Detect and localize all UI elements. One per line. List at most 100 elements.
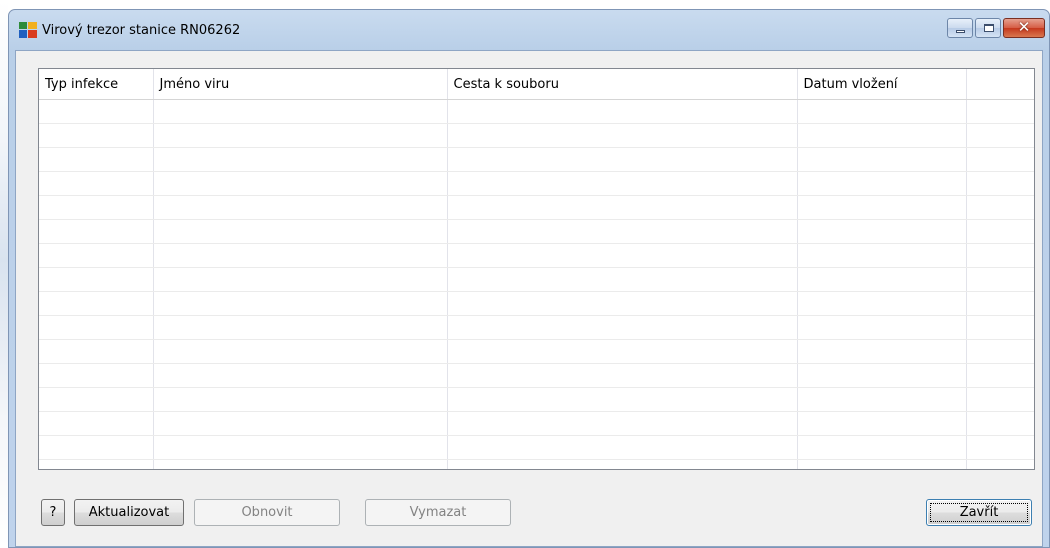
restore-button[interactable]: Obnovit [194,499,340,526]
column-header-file-path[interactable]: Cesta k souboru [447,69,798,100]
empty-table-cell [966,123,1034,148]
empty-table-cell [447,363,798,388]
empty-table-row [39,123,1034,148]
empty-table-cell [39,411,154,436]
window-title: Virový trezor stanice RN06262 [42,23,241,38]
empty-table-cell [797,411,967,436]
empty-table-cell [966,435,1034,460]
empty-table-cell [797,147,967,172]
empty-table-cell [447,243,798,268]
empty-table-cell [966,459,1034,469]
empty-table-cell [966,147,1034,172]
empty-table-cell [966,219,1034,244]
empty-table-cell [153,411,448,436]
empty-table-cell [966,387,1034,412]
caption-buttons: ✕ [947,18,1045,38]
empty-table-cell [153,267,448,292]
empty-table-cell [39,459,154,469]
empty-table-cell [966,291,1034,316]
dialog-client-area: Typ infekce Jméno viru Cesta k souboru D… [15,50,1043,547]
update-button[interactable]: Aktualizovat [74,499,184,526]
empty-table-cell [447,99,798,124]
delete-button[interactable]: Vymazat [365,499,511,526]
empty-table-cell [447,459,798,469]
table-header-row: Typ infekce Jméno viru Cesta k souboru D… [39,69,1034,100]
empty-table-cell [447,339,798,364]
empty-table-row [39,267,1034,292]
empty-table-cell [447,219,798,244]
empty-table-cell [39,123,154,148]
empty-table-cell [153,195,448,220]
empty-table-row [39,315,1034,340]
empty-table-cell [797,219,967,244]
empty-table-cell [797,387,967,412]
empty-table-cell [39,315,154,340]
minimize-button[interactable] [947,18,973,38]
empty-table-cell [966,267,1034,292]
empty-table-cell [966,411,1034,436]
empty-table-cell [966,363,1034,388]
empty-table-cell [966,315,1034,340]
empty-table-cell [797,435,967,460]
avg-logo-icon [19,22,37,38]
column-header-date-added[interactable]: Datum vložení [797,69,967,100]
empty-table-cell [153,315,448,340]
empty-table-cell [797,195,967,220]
empty-table-cell [797,99,967,124]
empty-table-cell [39,267,154,292]
title-bar[interactable]: Virový trezor stanice RN06262 ✕ [9,10,1049,50]
close-window-button[interactable]: ✕ [1003,18,1045,38]
empty-table-cell [966,339,1034,364]
empty-table-cell [797,243,967,268]
empty-table-row [39,195,1034,220]
close-button[interactable]: Zavřít [926,499,1032,526]
empty-table-cell [447,387,798,412]
empty-table-cell [39,195,154,220]
empty-table-row [39,339,1034,364]
empty-table-cell [447,171,798,196]
column-header-infection-type[interactable]: Typ infekce [39,69,154,100]
background-window-edge [0,0,8,548]
empty-table-row [39,243,1034,268]
empty-table-cell [153,291,448,316]
empty-table-cell [797,123,967,148]
empty-table-cell [966,243,1034,268]
empty-table-row [39,435,1034,460]
empty-table-row [39,171,1034,196]
empty-table-cell [153,147,448,172]
maximize-icon [984,24,994,32]
virus-vault-table[interactable]: Typ infekce Jméno viru Cesta k souboru D… [38,68,1035,470]
empty-table-row [39,291,1034,316]
empty-table-cell [447,315,798,340]
empty-table-row [39,147,1034,172]
close-icon: ✕ [1017,18,1031,36]
table-body [39,99,1034,469]
empty-table-cell [797,267,967,292]
maximize-button[interactable] [975,18,1001,38]
empty-table-cell [966,99,1034,124]
empty-table-row [39,411,1034,436]
empty-table-cell [153,243,448,268]
empty-table-cell [447,435,798,460]
empty-table-cell [153,339,448,364]
empty-table-cell [39,171,154,196]
empty-table-row [39,219,1034,244]
empty-table-cell [39,435,154,460]
empty-table-cell [447,267,798,292]
empty-table-cell [447,411,798,436]
empty-table-cell [447,123,798,148]
empty-table-cell [797,291,967,316]
empty-table-row [39,363,1034,388]
empty-table-cell [39,219,154,244]
column-header-virus-name[interactable]: Jméno viru [153,69,448,100]
empty-table-cell [39,243,154,268]
empty-table-cell [39,291,154,316]
empty-table-cell [153,219,448,244]
virus-vault-window: Virový trezor stanice RN06262 ✕ Typ infe… [8,9,1050,548]
help-button[interactable]: ? [41,499,65,526]
empty-table-cell [153,387,448,412]
empty-table-cell [153,171,448,196]
empty-table-cell [153,363,448,388]
empty-table-cell [39,363,154,388]
empty-table-cell [153,435,448,460]
